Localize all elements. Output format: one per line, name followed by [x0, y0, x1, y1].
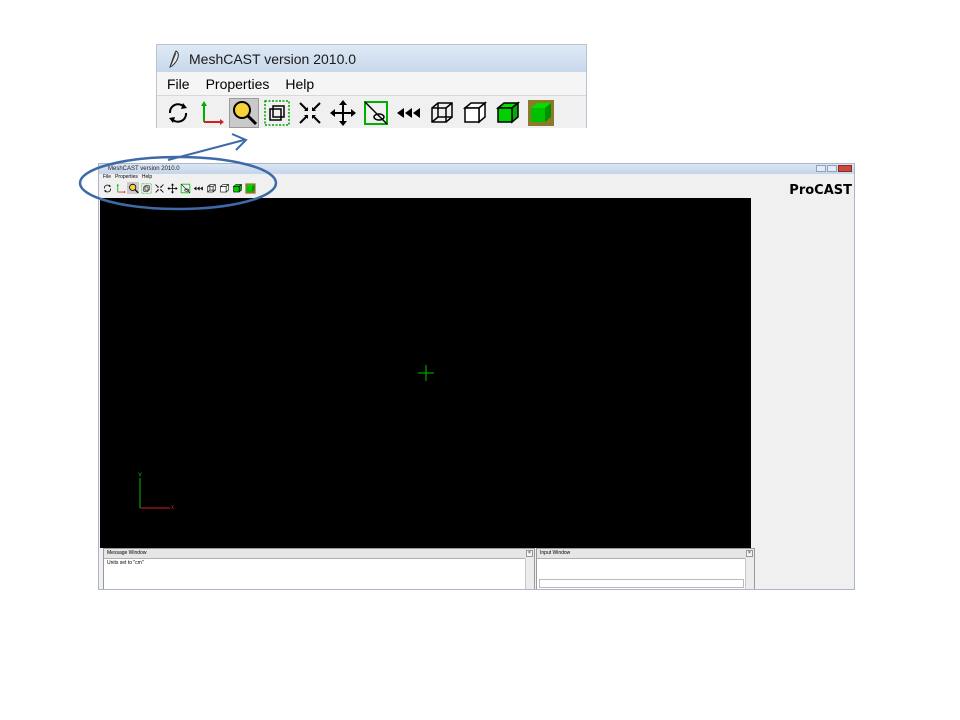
- message-window-scrollbar[interactable]: [525, 558, 534, 589]
- input-window-scrollbar[interactable]: [745, 558, 754, 589]
- zoom-fit-icon: [154, 183, 164, 193]
- wireframe-button[interactable]: [427, 98, 457, 128]
- zoom-box-button[interactable]: [262, 98, 292, 128]
- window-controls: [816, 165, 852, 172]
- wireframe-icon: [431, 101, 453, 123]
- wireframe-button[interactable]: [205, 182, 217, 194]
- axes-icon: [116, 183, 126, 193]
- hidden-line-icon: [462, 100, 488, 124]
- shaded-edges-icon: [244, 182, 256, 194]
- message-window-text: Units set to "cm": [107, 560, 144, 566]
- zoomed-toolbar-inset: MeshCAST version 2010.0 File Properties …: [156, 44, 587, 128]
- hidden-line-button[interactable]: [218, 182, 230, 194]
- shaded-edges-icon: [528, 99, 554, 126]
- zoom-fit-button[interactable]: [295, 98, 325, 128]
- command-input[interactable]: [539, 579, 744, 588]
- previous-view-icon: [193, 186, 203, 190]
- zoom-icon: [233, 100, 258, 125]
- callout-arrow-icon: [167, 133, 248, 161]
- axes-button[interactable]: [196, 98, 226, 128]
- maximize-button[interactable]: [827, 165, 837, 172]
- zoom-menu-properties[interactable]: Properties: [200, 76, 276, 92]
- right-panel: [751, 198, 854, 548]
- main-toolbar: [99, 181, 854, 195]
- zoom-fit-button[interactable]: [153, 182, 165, 194]
- zoom-menu-help[interactable]: Help: [279, 76, 320, 92]
- graphics-viewport[interactable]: Y x: [100, 198, 751, 548]
- message-window-header: Message Window ×: [104, 549, 534, 559]
- app-icon: [169, 49, 179, 68]
- input-window-title: Input Window: [540, 550, 571, 556]
- shaded-icon: [495, 100, 521, 124]
- zoom-fit-icon: [299, 101, 321, 124]
- zoom-title-bar: MeshCAST version 2010.0: [157, 45, 586, 72]
- previous-view-button[interactable]: [192, 182, 204, 194]
- wireframe-icon: [206, 183, 216, 192]
- axes-button[interactable]: [114, 182, 126, 194]
- shaded-button[interactable]: [493, 98, 523, 128]
- shaded-icon: [232, 183, 242, 193]
- zoom-menu-bar: File Properties Help: [157, 72, 586, 96]
- cut-plane-button[interactable]: [361, 98, 391, 128]
- previous-view-icon: [397, 107, 420, 118]
- menu-bar: File Properties Help: [99, 174, 854, 181]
- zoom-box-icon: [140, 182, 152, 194]
- rotate-icon: [168, 102, 188, 123]
- input-window-close-icon[interactable]: ×: [746, 550, 753, 557]
- pan-icon: [166, 182, 178, 194]
- previous-view-button[interactable]: [394, 98, 424, 128]
- shaded-button[interactable]: [231, 182, 243, 194]
- cut-plane-icon: [180, 183, 190, 193]
- shaded-edges-button[interactable]: [244, 182, 256, 194]
- pan-button[interactable]: [328, 98, 358, 128]
- shaded-edges-button[interactable]: [526, 98, 556, 128]
- message-window-close-icon[interactable]: ×: [526, 550, 533, 557]
- crosshair-icon: [418, 365, 434, 381]
- axis-x-label: x: [171, 505, 174, 511]
- axes-icon: [201, 100, 224, 125]
- zoom-window-title: MeshCAST version 2010.0: [189, 50, 357, 67]
- message-window: Message Window × Units set to "cm": [103, 548, 535, 589]
- cut-plane-icon: [364, 100, 388, 125]
- zoom-menu-file[interactable]: File: [161, 76, 196, 92]
- menu-file[interactable]: File: [101, 174, 113, 181]
- cut-plane-button[interactable]: [179, 182, 191, 194]
- zoom-icon: [128, 183, 139, 193]
- zoom-box-button[interactable]: [140, 182, 152, 194]
- rotate-button[interactable]: [101, 182, 113, 194]
- meshcast-window: MeshCAST version 2010.0 File Properties …: [98, 163, 855, 590]
- rotate-icon: [103, 184, 111, 192]
- zoom-box-icon: [264, 99, 290, 126]
- axis-y-label: Y: [138, 473, 142, 479]
- close-button[interactable]: [838, 165, 852, 172]
- hidden-line-button[interactable]: [460, 98, 490, 128]
- window-title: MeshCAST version 2010.0: [108, 166, 180, 172]
- procast-logo: ProCAST: [789, 183, 852, 198]
- axis-triad: Y x: [138, 473, 174, 511]
- menu-help[interactable]: Help: [140, 174, 154, 181]
- input-window-header: Input Window ×: [537, 549, 754, 559]
- viewport-canvas: Y x: [138, 365, 434, 511]
- minimize-button[interactable]: [816, 165, 826, 172]
- menu-properties[interactable]: Properties: [113, 174, 140, 181]
- zoom-toolbar: [157, 96, 586, 128]
- message-window-title: Message Window: [107, 550, 147, 556]
- window-title-bar: MeshCAST version 2010.0: [99, 164, 854, 174]
- input-window: Input Window ×: [536, 548, 755, 589]
- zoom-button[interactable]: [229, 97, 259, 128]
- pan-icon: [330, 99, 356, 126]
- hidden-line-icon: [219, 183, 229, 193]
- pan-button[interactable]: [166, 182, 178, 194]
- rotate-button[interactable]: [163, 98, 193, 128]
- zoom-button[interactable]: [127, 182, 139, 194]
